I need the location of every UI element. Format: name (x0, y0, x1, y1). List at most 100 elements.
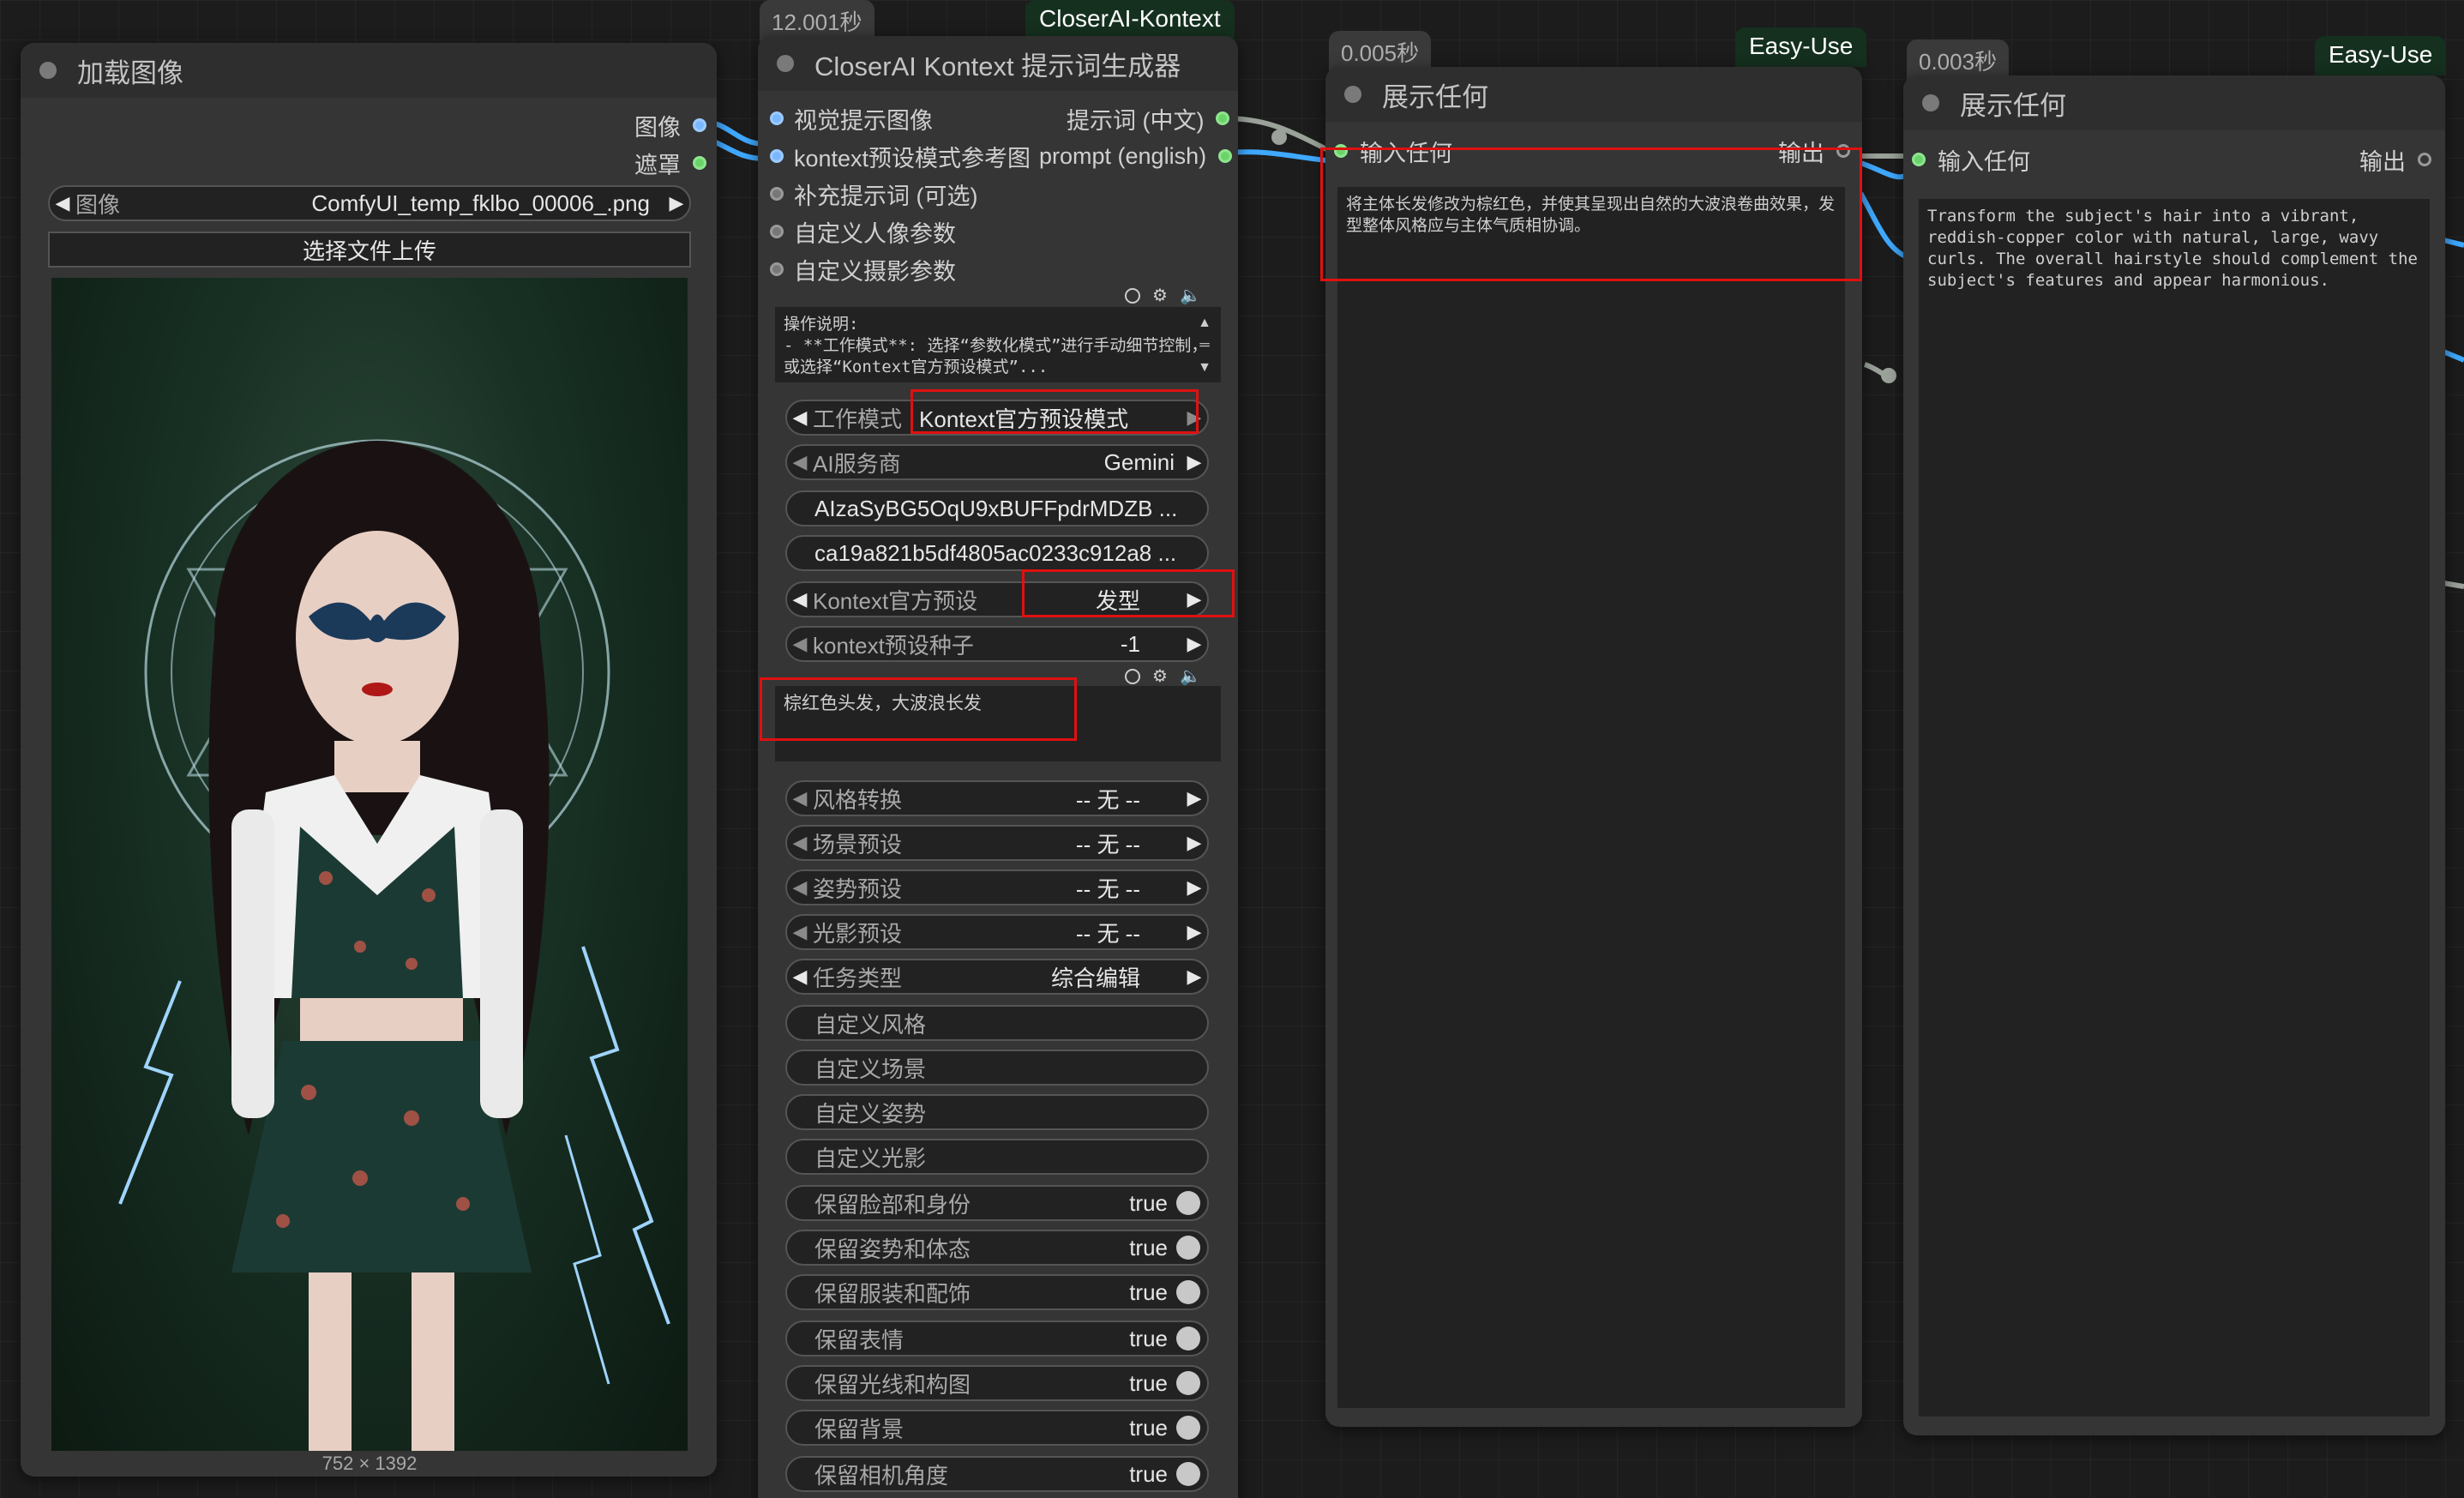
gear-icon[interactable]: ⚙ (1152, 665, 1168, 687)
arrow-right-icon[interactable]: ▶ (1181, 451, 1207, 473)
arrow-left-icon[interactable]: ◀ (50, 192, 75, 214)
speaker-icon[interactable]: 🔈 (1180, 665, 1201, 687)
output-any[interactable]: 输出 (2359, 144, 2431, 175)
custom-style-field[interactable]: 自定义风格 (785, 1005, 1209, 1041)
widget-toolbar: ⚙ 🔈 (1125, 665, 1201, 687)
node-header[interactable]: 加载图像 (21, 43, 717, 98)
secret-key-field[interactable]: ca19a821b5df4805ac0233c912a8 ... (785, 535, 1209, 571)
arrow-left-icon[interactable]: ◀ (787, 451, 813, 473)
scene-preset-select[interactable]: ◀ 场景预设 -- 无 -- ▶ (785, 825, 1209, 861)
image-select[interactable]: ◀ 图像 ComfyUI_temp_fklbo_00006_.png ▶ (48, 185, 691, 221)
input-extra-prompt[interactable]: 补充提示词 (可选) (770, 178, 977, 209)
collapse-dot-icon[interactable] (39, 62, 57, 79)
node-header[interactable]: CloserAI Kontext 提示词生成器 (758, 36, 1238, 91)
ai-provider-select[interactable]: ◀ AI服务商 Gemini ▶ (785, 444, 1209, 480)
output-mask[interactable]: 遮罩 (634, 147, 706, 178)
input-socket-icon[interactable] (770, 262, 784, 276)
output-socket-icon[interactable] (693, 156, 706, 170)
toggle-knob-icon[interactable] (1176, 1191, 1200, 1215)
node-title: 加载图像 (77, 57, 183, 88)
input-socket-icon[interactable] (1912, 153, 1926, 166)
group-tag: Easy-Use (2315, 36, 2447, 75)
highlight-box-work-mode (910, 389, 1199, 434)
circle-icon[interactable] (1125, 668, 1140, 684)
input-socket-icon[interactable] (770, 111, 784, 125)
display-textarea[interactable]: Transform the subject's hair into a vibr… (1919, 199, 2430, 1417)
output-socket-icon[interactable] (1216, 111, 1230, 125)
style-transfer-select[interactable]: ◀ 风格转换 -- 无 -- ▶ (785, 780, 1209, 816)
output-socket-icon[interactable] (1218, 149, 1233, 163)
node-header[interactable]: 展示任何 (1325, 67, 1862, 122)
speaker-icon[interactable]: 🔈 (1180, 285, 1201, 306)
toggle-knob-icon[interactable] (1176, 1371, 1200, 1395)
image-dimensions: 752 × 1392 (322, 1453, 418, 1474)
toggle-keep-pose[interactable]: 保留姿势和体态 true (785, 1230, 1209, 1266)
group-tag: Easy-Use (1735, 27, 1867, 67)
toggle-keep-expression[interactable]: 保留表情 true (785, 1321, 1209, 1357)
toggle-keep-face[interactable]: 保留脸部和身份 true (785, 1185, 1209, 1221)
preset-seed-stepper[interactable]: ◀ kontext预设种子 -1 ▶ (785, 626, 1209, 662)
image-preview (51, 278, 688, 1451)
input-any[interactable]: 输入任何 (1912, 144, 2030, 175)
upload-button[interactable]: 选择文件上传 (48, 232, 691, 268)
output-image[interactable]: 图像 (634, 110, 706, 141)
toggle-knob-icon[interactable] (1176, 1327, 1200, 1351)
toggle-knob-icon[interactable] (1176, 1462, 1200, 1486)
input-visual-image[interactable]: 视觉提示图像 (770, 103, 933, 134)
node-header[interactable]: 展示任何 (1903, 75, 2445, 130)
toggle-keep-background[interactable]: 保留背景 true (785, 1410, 1209, 1446)
arrow-left-icon[interactable]: ◀ (787, 966, 813, 988)
custom-scene-field[interactable]: 自定义场景 (785, 1050, 1209, 1086)
collapse-dot-icon[interactable] (1922, 94, 1939, 111)
arrow-right-icon[interactable]: ▶ (1181, 787, 1207, 809)
api-key-field[interactable]: AIzaSyBG5OqU9xBUFFpdrMDZB ... (785, 490, 1209, 526)
node-title: CloserAI Kontext 提示词生成器 (814, 51, 1181, 81)
arrow-right-icon[interactable]: ▶ (664, 192, 689, 214)
lighting-preset-select[interactable]: ◀ 光影预设 -- 无 -- ▶ (785, 914, 1209, 950)
arrow-left-icon[interactable]: ◀ (787, 406, 813, 429)
arrow-left-icon[interactable]: ◀ (787, 876, 813, 899)
toggle-keep-camera[interactable]: 保留相机角度 true (785, 1456, 1209, 1492)
input-photo-params[interactable]: 自定义摄影参数 (770, 254, 956, 285)
arrow-left-icon[interactable]: ◀ (787, 832, 813, 854)
pose-preset-select[interactable]: ◀ 姿势预设 -- 无 -- ▶ (785, 869, 1209, 905)
input-portrait-params[interactable]: 自定义人像参数 (770, 216, 956, 247)
collapse-dot-icon[interactable] (1344, 86, 1361, 103)
input-socket-icon[interactable] (770, 187, 784, 201)
task-type-select[interactable]: ◀ 任务类型 综合编辑 ▶ (785, 959, 1209, 995)
custom-lighting-field[interactable]: 自定义光影 (785, 1139, 1209, 1175)
highlight-box-prompt (760, 677, 1077, 741)
input-socket-icon[interactable] (770, 149, 784, 163)
arrow-right-icon[interactable]: ▶ (1181, 633, 1207, 655)
input-socket-icon[interactable] (770, 225, 784, 238)
output-prompt-zh[interactable]: 提示词 (中文) (1067, 103, 1230, 134)
circle-icon[interactable] (1125, 287, 1140, 304)
highlight-box-preset (1022, 569, 1235, 617)
arrow-right-icon[interactable]: ▶ (1181, 876, 1207, 899)
arrow-left-icon[interactable]: ◀ (787, 787, 813, 809)
arrow-right-icon[interactable]: ▶ (1181, 832, 1207, 854)
gear-icon[interactable]: ⚙ (1152, 285, 1168, 306)
portrait-illustration (118, 439, 670, 1451)
arrow-right-icon[interactable]: ▶ (1181, 966, 1207, 988)
instructions-textarea[interactable]: 操作说明: - **工作模式**: 选择“参数化模式”进行手动细节控制，或选择“… (775, 307, 1221, 382)
arrow-right-icon[interactable]: ▶ (1181, 921, 1207, 943)
display-textarea[interactable]: 将主体长发修改为棕红色，并使其呈现出自然的大波浪卷曲效果，发型整体风格应与主体气… (1337, 187, 1845, 1408)
input-preset-ref-image[interactable]: kontext预设模式参考图 (770, 141, 1031, 171)
toggle-keep-lighting[interactable]: 保留光线和构图 true (785, 1365, 1209, 1401)
collapse-dot-icon[interactable] (777, 55, 794, 72)
widget-toolbar: ⚙ 🔈 (1125, 285, 1201, 306)
toggle-knob-icon[interactable] (1176, 1236, 1200, 1260)
custom-pose-field[interactable]: 自定义姿势 (785, 1094, 1209, 1130)
output-prompt-en[interactable]: prompt (english) (1039, 141, 1233, 171)
toggle-knob-icon[interactable] (1176, 1280, 1200, 1304)
output-socket-icon[interactable] (2418, 153, 2431, 166)
arrow-left-icon[interactable]: ◀ (787, 921, 813, 943)
arrow-left-icon[interactable]: ◀ (787, 633, 813, 655)
scrollbar[interactable]: ▲ ═ ▼ (1195, 312, 1214, 381)
arrow-left-icon[interactable]: ◀ (787, 588, 813, 611)
group-tag: CloserAI-Kontext (1025, 0, 1235, 39)
toggle-knob-icon[interactable] (1176, 1416, 1200, 1440)
toggle-keep-clothing[interactable]: 保留服装和配饰 true (785, 1274, 1209, 1310)
output-socket-icon[interactable] (693, 118, 706, 132)
